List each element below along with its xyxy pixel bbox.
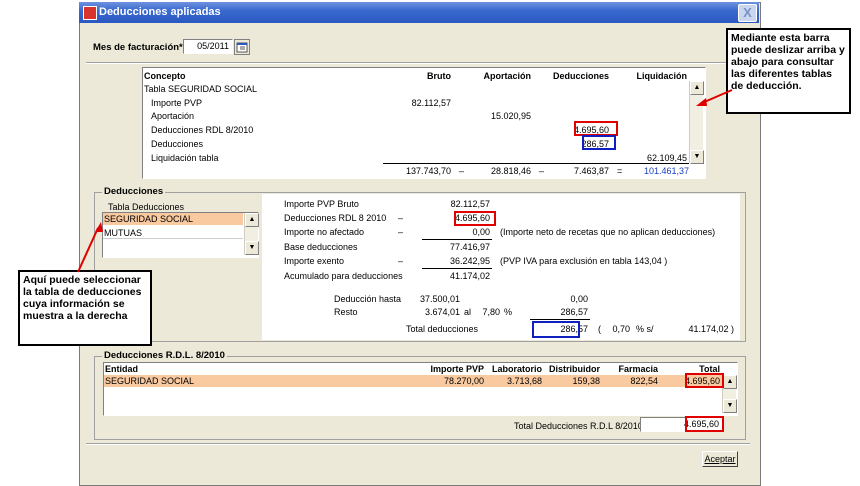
arrows-overlay (77, 89, 733, 273)
arrow-line (77, 227, 99, 273)
arrow-head-icon (696, 98, 707, 106)
arrow-line (701, 89, 733, 104)
arrow-head-icon (95, 222, 103, 232)
